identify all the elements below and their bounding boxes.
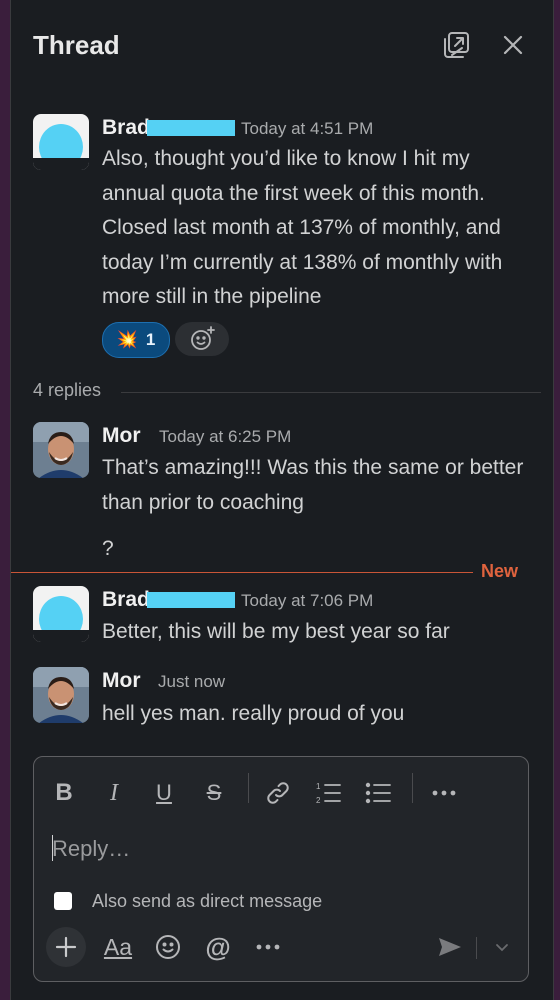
avatar[interactable] (33, 586, 89, 642)
link-icon[interactable] (260, 775, 296, 811)
new-messages-divider (11, 572, 473, 573)
replies-divider: 4 replies (33, 380, 541, 404)
message-timestamp[interactable]: Just now (158, 672, 225, 692)
message-timestamp[interactable]: Today at 4:51 PM (241, 119, 373, 139)
message-text: That’s amazing!!! Was this the same or b… (102, 456, 524, 514)
reply-composer: B I U S 1 2 Reply… Also send as direct m… (33, 756, 529, 982)
author-name[interactable]: Brad (102, 588, 150, 612)
author-name[interactable]: Mor (102, 424, 141, 448)
avatar[interactable] (33, 667, 89, 723)
add-attachment-button[interactable] (46, 927, 86, 967)
also-send-label: Also send as direct message (92, 890, 323, 911)
thread-header: Thread (11, 0, 553, 90)
more-formatting-icon[interactable] (426, 775, 462, 811)
bulleted-list-icon[interactable] (360, 775, 396, 811)
toolbar-separator (412, 773, 413, 803)
redaction-mark (147, 592, 235, 608)
more-actions-icon[interactable] (248, 927, 288, 967)
add-emoji-icon (191, 326, 215, 350)
italic-button[interactable]: I (96, 775, 132, 811)
redaction-mark (147, 120, 235, 136)
add-reaction-button[interactable] (175, 322, 229, 356)
bold-button[interactable]: B (46, 775, 82, 811)
thread-panel: Thread Brad Today at 4:51 PM Also, thoug… (10, 0, 554, 1000)
message-text: Better, this will be my best year so far (102, 620, 450, 643)
emoji-icon[interactable] (148, 927, 188, 967)
message-text: hell yes man. really proud of you (102, 702, 405, 725)
reply-input[interactable] (52, 831, 502, 867)
thread-title: Thread (33, 30, 120, 60)
mention-icon[interactable]: @ (198, 927, 238, 967)
avatar[interactable] (33, 422, 89, 478)
reaction-count: 1 (145, 330, 156, 349)
plus-icon (55, 936, 77, 958)
message-text: Also, thought you’d like to know I hit m… (102, 147, 503, 308)
send-icon[interactable] (430, 927, 470, 967)
open-in-window-icon[interactable] (439, 28, 473, 62)
author-name[interactable]: Mor (102, 669, 141, 693)
svg-text:2: 2 (316, 796, 321, 805)
author-name[interactable]: Brad (102, 116, 150, 140)
text-caret (52, 835, 53, 861)
new-messages-label: New (481, 561, 519, 581)
formatting-toggle-button[interactable]: Aa (98, 927, 138, 967)
message-text-continuation: ? (102, 537, 114, 560)
close-icon[interactable] (496, 28, 530, 62)
ordered-list-icon[interactable]: 1 2 (310, 775, 346, 811)
chevron-down-icon[interactable] (482, 927, 522, 967)
also-send-checkbox[interactable] (54, 892, 72, 910)
collision-emoji-icon: 💥 (116, 330, 138, 349)
underline-button[interactable]: U (146, 775, 182, 811)
format-label: Aa (103, 933, 133, 960)
svg-text:1: 1 (316, 782, 321, 791)
message-timestamp[interactable]: Today at 7:06 PM (241, 591, 373, 611)
strikethrough-button[interactable]: S (196, 775, 232, 811)
also-send-dm-option[interactable]: Also send as direct message (54, 887, 322, 915)
send-separator (476, 937, 477, 959)
avatar[interactable] (33, 114, 89, 170)
replies-count: 4 replies (33, 380, 102, 400)
toolbar-separator (248, 773, 249, 803)
message-timestamp[interactable]: Today at 6:25 PM (159, 427, 291, 447)
reaction-pill[interactable]: 💥 1 (102, 322, 170, 358)
divider-line (121, 392, 541, 393)
